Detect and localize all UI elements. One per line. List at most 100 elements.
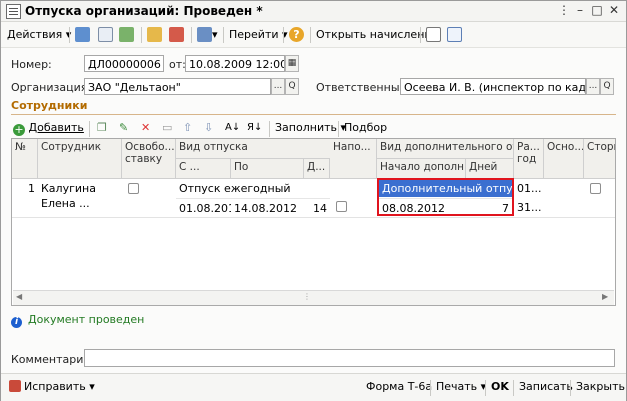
toolbar-separator — [223, 27, 224, 43]
move-up-icon[interactable]: ⇧ — [183, 117, 192, 139]
fix-icon — [9, 380, 21, 392]
calendar-icon[interactable]: ▦ — [285, 55, 299, 72]
structure-icon[interactable] — [447, 27, 462, 42]
status-text: Документ проведен — [28, 313, 145, 326]
organization-select-button[interactable]: ... — [271, 78, 285, 95]
ok-button[interactable]: OK — [491, 379, 509, 395]
document-window: Отпуска организаций: Проведен * ⋮ – □ ✕ … — [0, 0, 627, 401]
column-header-storno[interactable]: Сторн — [584, 139, 615, 179]
close-form-button[interactable]: Закрыть — [576, 379, 625, 395]
sort-asc-icon[interactable]: А↓ — [225, 117, 240, 139]
cell-vacation-type[interactable]: Отпуск ежегодный — [176, 179, 377, 198]
sort-desc-icon[interactable]: Я↓ — [247, 117, 262, 139]
column-header-extra-type[interactable]: Вид дополнительного отп... — [377, 139, 514, 159]
scroll-right-icon[interactable]: ▶ — [602, 292, 608, 301]
cell-period-line2[interactable]: 31... — [514, 198, 544, 217]
toolbar: Действия ▾ ▾ Перейти ▾ ? Открыть начисле… — [1, 22, 626, 48]
end-edit-icon[interactable]: ▭ — [162, 117, 172, 139]
work-period-line1: Ра... — [517, 141, 540, 153]
list-icon[interactable] — [426, 27, 441, 42]
responsible-field[interactable]: Осеева И. В. (инспектор по кадрам) — [400, 78, 586, 95]
refresh-icon[interactable] — [119, 27, 134, 42]
save-icon[interactable] — [98, 27, 113, 42]
from-label: от: — [169, 58, 186, 71]
add-icon: + — [13, 123, 25, 136]
status-line: i Документ проведен — [11, 313, 144, 328]
pick-button[interactable]: Подбор — [344, 117, 387, 139]
post-icon[interactable] — [147, 27, 162, 42]
cell-num[interactable]: 1 — [12, 179, 38, 198]
cell-to[interactable]: 14.08.2012 — [231, 198, 304, 218]
highlight-box — [377, 178, 514, 216]
actions-menu[interactable]: Действия ▾ — [7, 26, 71, 43]
cell-period-line1[interactable]: 01... — [514, 179, 544, 198]
organization-field[interactable]: ЗАО "Дельтаон" — [84, 78, 271, 95]
column-header-employee[interactable]: Сотрудник — [38, 139, 122, 179]
move-down-icon[interactable]: ⇩ — [204, 117, 213, 139]
fill-menu[interactable]: Заполнить ▾ — [275, 117, 346, 139]
employees-section-title: Сотрудники — [11, 99, 88, 112]
copy-row-icon[interactable]: ❐ — [97, 117, 107, 139]
scroll-left-icon[interactable]: ◀ — [16, 292, 22, 301]
responsible-search-icon[interactable]: Q — [600, 78, 614, 95]
maximize-button[interactable]: □ — [590, 4, 604, 17]
column-header-num[interactable]: № — [12, 139, 38, 179]
title-bar: Отпуска организаций: Проведен * ⋮ – □ ✕ — [1, 1, 626, 22]
responsible-select-button[interactable]: ... — [586, 78, 600, 95]
column-header-days[interactable]: Д... — [304, 159, 330, 179]
date-field[interactable]: 10.08.2009 12:00:00 — [185, 55, 285, 72]
column-header-remind[interactable]: Напо... — [330, 139, 377, 179]
toolbar-separator — [141, 27, 142, 43]
form-t6a-button[interactable]: Форма Т-6а — [366, 379, 432, 395]
close-button[interactable]: ✕ — [607, 4, 621, 17]
number-field[interactable]: ДЛ00000006 — [84, 55, 164, 72]
delete-row-icon[interactable]: ✕ — [141, 117, 150, 139]
toolbar-separator — [69, 27, 70, 43]
comment-field[interactable] — [84, 349, 615, 367]
create-based-dropdown[interactable]: ▾ — [212, 26, 218, 43]
employees-table[interactable]: № Сотрудник Освобо... ставку Вид отпуска… — [11, 138, 616, 306]
help-icon[interactable]: ? — [289, 27, 304, 42]
column-header-extra-start[interactable]: Начало дополн... — [377, 159, 466, 179]
print-menu[interactable]: Печать ▾ — [436, 379, 486, 395]
column-header-from[interactable]: С ... — [176, 159, 231, 179]
toolbar-separator — [283, 27, 284, 43]
add-button[interactable]: + Добавить — [13, 117, 84, 139]
window-title: Отпуска организаций: Проведен * — [25, 4, 263, 18]
save-button[interactable]: Записать — [519, 379, 573, 395]
goto-menu[interactable]: Перейти ▾ — [229, 26, 288, 43]
toolbar-separator — [310, 27, 311, 43]
post-and-close-icon[interactable] — [75, 27, 90, 42]
goto-label: Перейти — [229, 28, 279, 41]
footer-separator — [430, 380, 431, 396]
add-label: Добавить — [28, 121, 84, 134]
column-header-work-period[interactable]: Ра... год — [514, 139, 544, 179]
free-rate-checkbox[interactable] — [128, 183, 139, 194]
table-row[interactable]: 1 Калугина Елена ... Отпуск ежегодный 01… — [12, 178, 615, 218]
edit-row-icon[interactable]: ✎ — [119, 117, 128, 139]
column-header-to[interactable]: По — [231, 159, 304, 179]
bottom-bar: Исправить ▾ Форма Т-6а Печать ▾ OK Запис… — [1, 373, 626, 401]
remind-checkbox[interactable] — [336, 201, 347, 212]
organization-search-icon[interactable]: Q — [285, 78, 299, 95]
unpost-icon[interactable] — [169, 27, 184, 42]
column-header-extra-days[interactable]: Дней — [466, 159, 514, 179]
cell-employee-line2[interactable]: Елена ... — [38, 194, 122, 213]
actions-label: Действия — [7, 28, 63, 41]
footer-separator — [570, 380, 571, 396]
create-based-icon[interactable] — [197, 27, 212, 42]
cell-from[interactable]: 01.08.2012 — [176, 198, 231, 218]
column-header-free-rate[interactable]: Освобо... ставку — [122, 139, 176, 179]
toolbar-separator — [191, 27, 192, 43]
column-header-basis[interactable]: Осно... — [544, 139, 584, 179]
free-rate-line1: Освобо... — [125, 141, 175, 153]
cell-days[interactable]: 14 — [304, 198, 330, 218]
number-label: Номер: — [11, 58, 52, 71]
storno-checkbox[interactable] — [590, 183, 601, 194]
fix-button[interactable]: Исправить ▾ — [9, 379, 95, 395]
organization-label: Организация: — [11, 81, 92, 94]
scroll-thumb[interactable]: ⋮ — [303, 293, 311, 301]
horizontal-scrollbar[interactable]: ◀ ⋮ ▶ — [13, 290, 614, 305]
minimize-button[interactable]: – — [573, 4, 587, 17]
menu-icon[interactable]: ⋮ — [557, 4, 571, 17]
